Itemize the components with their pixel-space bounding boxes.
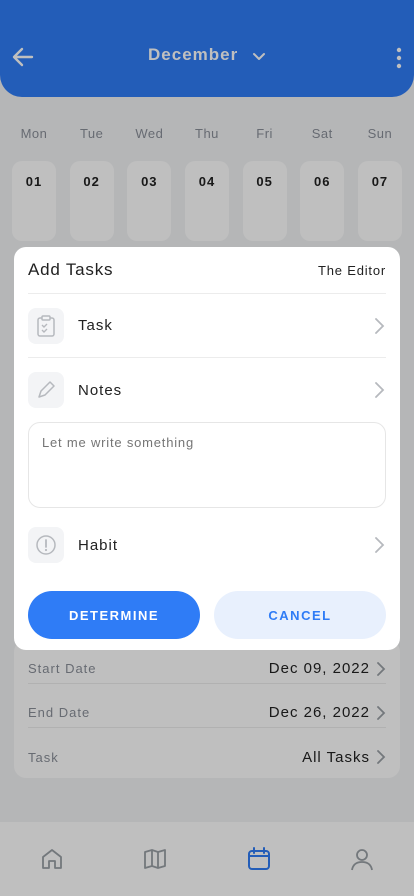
dialog-header: Add Tasks The Editor [28, 247, 386, 294]
alert-circle-icon [28, 527, 64, 563]
habit-row[interactable]: Habit [28, 513, 386, 577]
task-label: Task [78, 317, 113, 334]
chevron-right-icon [375, 382, 385, 398]
notes-textarea[interactable] [28, 422, 386, 508]
notes-label: Notes [78, 381, 123, 399]
editor-label[interactable]: The Editor [318, 263, 386, 278]
determine-button[interactable]: DETERMINE [28, 591, 200, 639]
notes-row[interactable]: Notes [28, 358, 386, 422]
dialog-title: Add Tasks [28, 260, 114, 279]
add-tasks-dialog: Add Tasks The Editor Task Notes Habit DE… [14, 247, 400, 650]
chevron-right-icon [375, 537, 385, 553]
habit-label: Habit [78, 536, 119, 554]
cancel-button[interactable]: CANCEL [214, 591, 386, 639]
dialog-actions: DETERMINE CANCEL [28, 591, 386, 639]
task-row[interactable]: Task [28, 294, 386, 358]
clipboard-icon [28, 307, 64, 344]
pencil-icon [28, 372, 64, 408]
chevron-right-icon [375, 317, 385, 334]
